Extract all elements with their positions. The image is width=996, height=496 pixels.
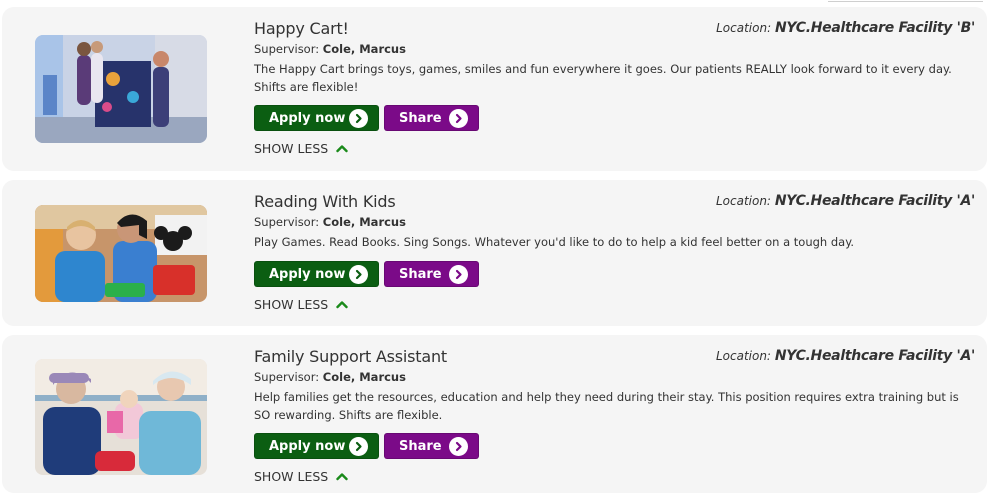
listing-description: Play Games. Read Books. Sing Songs. What…	[254, 235, 855, 249]
apply-now-button[interactable]: Apply now	[254, 105, 379, 131]
show-less-label: SHOW LESS	[254, 297, 329, 312]
chevron-right-icon	[349, 109, 368, 128]
share-label: Share	[399, 111, 442, 126]
chevron-right-icon	[349, 265, 368, 284]
listing-card: Reading With Kids Location: NYC.Healthca…	[2, 180, 987, 326]
top-divider	[828, 1, 983, 2]
listing-card: Happy Cart! Location: NYC.Healthcare Fac…	[2, 7, 987, 171]
supervisor-label: Supervisor:	[254, 370, 320, 384]
show-less-label: SHOW LESS	[254, 469, 329, 484]
share-button[interactable]: Share	[384, 433, 479, 459]
show-less-label: SHOW LESS	[254, 141, 329, 156]
supervisor-name: Cole, Marcus	[322, 215, 406, 229]
listing-photo	[35, 35, 207, 143]
location-label: Location:	[715, 194, 771, 208]
apply-now-label: Apply now	[269, 439, 346, 454]
show-less-toggle[interactable]: SHOW LESS	[254, 469, 348, 484]
listing-description: The Happy Cart brings toys, games, smile…	[254, 62, 952, 94]
supervisor-label: Supervisor:	[254, 215, 320, 229]
show-less-toggle[interactable]: SHOW LESS	[254, 297, 348, 312]
apply-now-button[interactable]: Apply now	[254, 433, 379, 459]
listing-supervisor: Supervisor: Cole, Marcus	[254, 215, 406, 229]
location-name: NYC.Healthcare Facility 'A'	[774, 348, 975, 364]
location-label: Location:	[716, 21, 772, 35]
listing-location: Location: NYC.Healthcare Facility 'A'	[716, 348, 975, 364]
apply-now-button[interactable]: Apply now	[254, 261, 379, 287]
supervisor-label: Supervisor:	[254, 42, 320, 56]
listing-supervisor: Supervisor: Cole, Marcus	[254, 42, 406, 56]
chevron-right-icon	[449, 109, 468, 128]
listing-title: Reading With Kids	[254, 192, 396, 211]
listing-location: Location: NYC.Healthcare Facility 'A'	[716, 193, 975, 209]
listing-title: Happy Cart!	[254, 19, 349, 38]
chevron-right-icon	[449, 437, 468, 456]
listing-card: Family Support Assistant Location: NYC.H…	[2, 335, 987, 493]
location-name: NYC.Healthcare Facility 'A'	[774, 193, 975, 209]
share-button[interactable]: Share	[384, 105, 479, 131]
location-label: Location:	[715, 349, 771, 363]
share-label: Share	[399, 439, 442, 454]
share-label: Share	[399, 267, 442, 282]
chevron-up-icon	[336, 141, 348, 156]
listing-photo	[35, 359, 207, 475]
chevron-right-icon	[349, 437, 368, 456]
chevron-right-icon	[449, 265, 468, 284]
listing-supervisor: Supervisor: Cole, Marcus	[254, 370, 406, 384]
apply-now-label: Apply now	[269, 267, 346, 282]
chevron-up-icon	[336, 297, 348, 312]
apply-now-label: Apply now	[269, 111, 346, 126]
chevron-up-icon	[336, 469, 348, 484]
supervisor-name: Cole, Marcus	[322, 370, 406, 384]
supervisor-name: Cole, Marcus	[322, 42, 406, 56]
share-button[interactable]: Share	[384, 261, 479, 287]
listing-description: Help families get the resources, educati…	[254, 390, 959, 422]
listing-title: Family Support Assistant	[254, 347, 447, 366]
listing-location: Location: NYC.Healthcare Facility 'B'	[716, 20, 975, 36]
show-less-toggle[interactable]: SHOW LESS	[254, 141, 348, 156]
location-name: NYC.Healthcare Facility 'B'	[774, 20, 975, 36]
listing-photo	[35, 205, 207, 302]
